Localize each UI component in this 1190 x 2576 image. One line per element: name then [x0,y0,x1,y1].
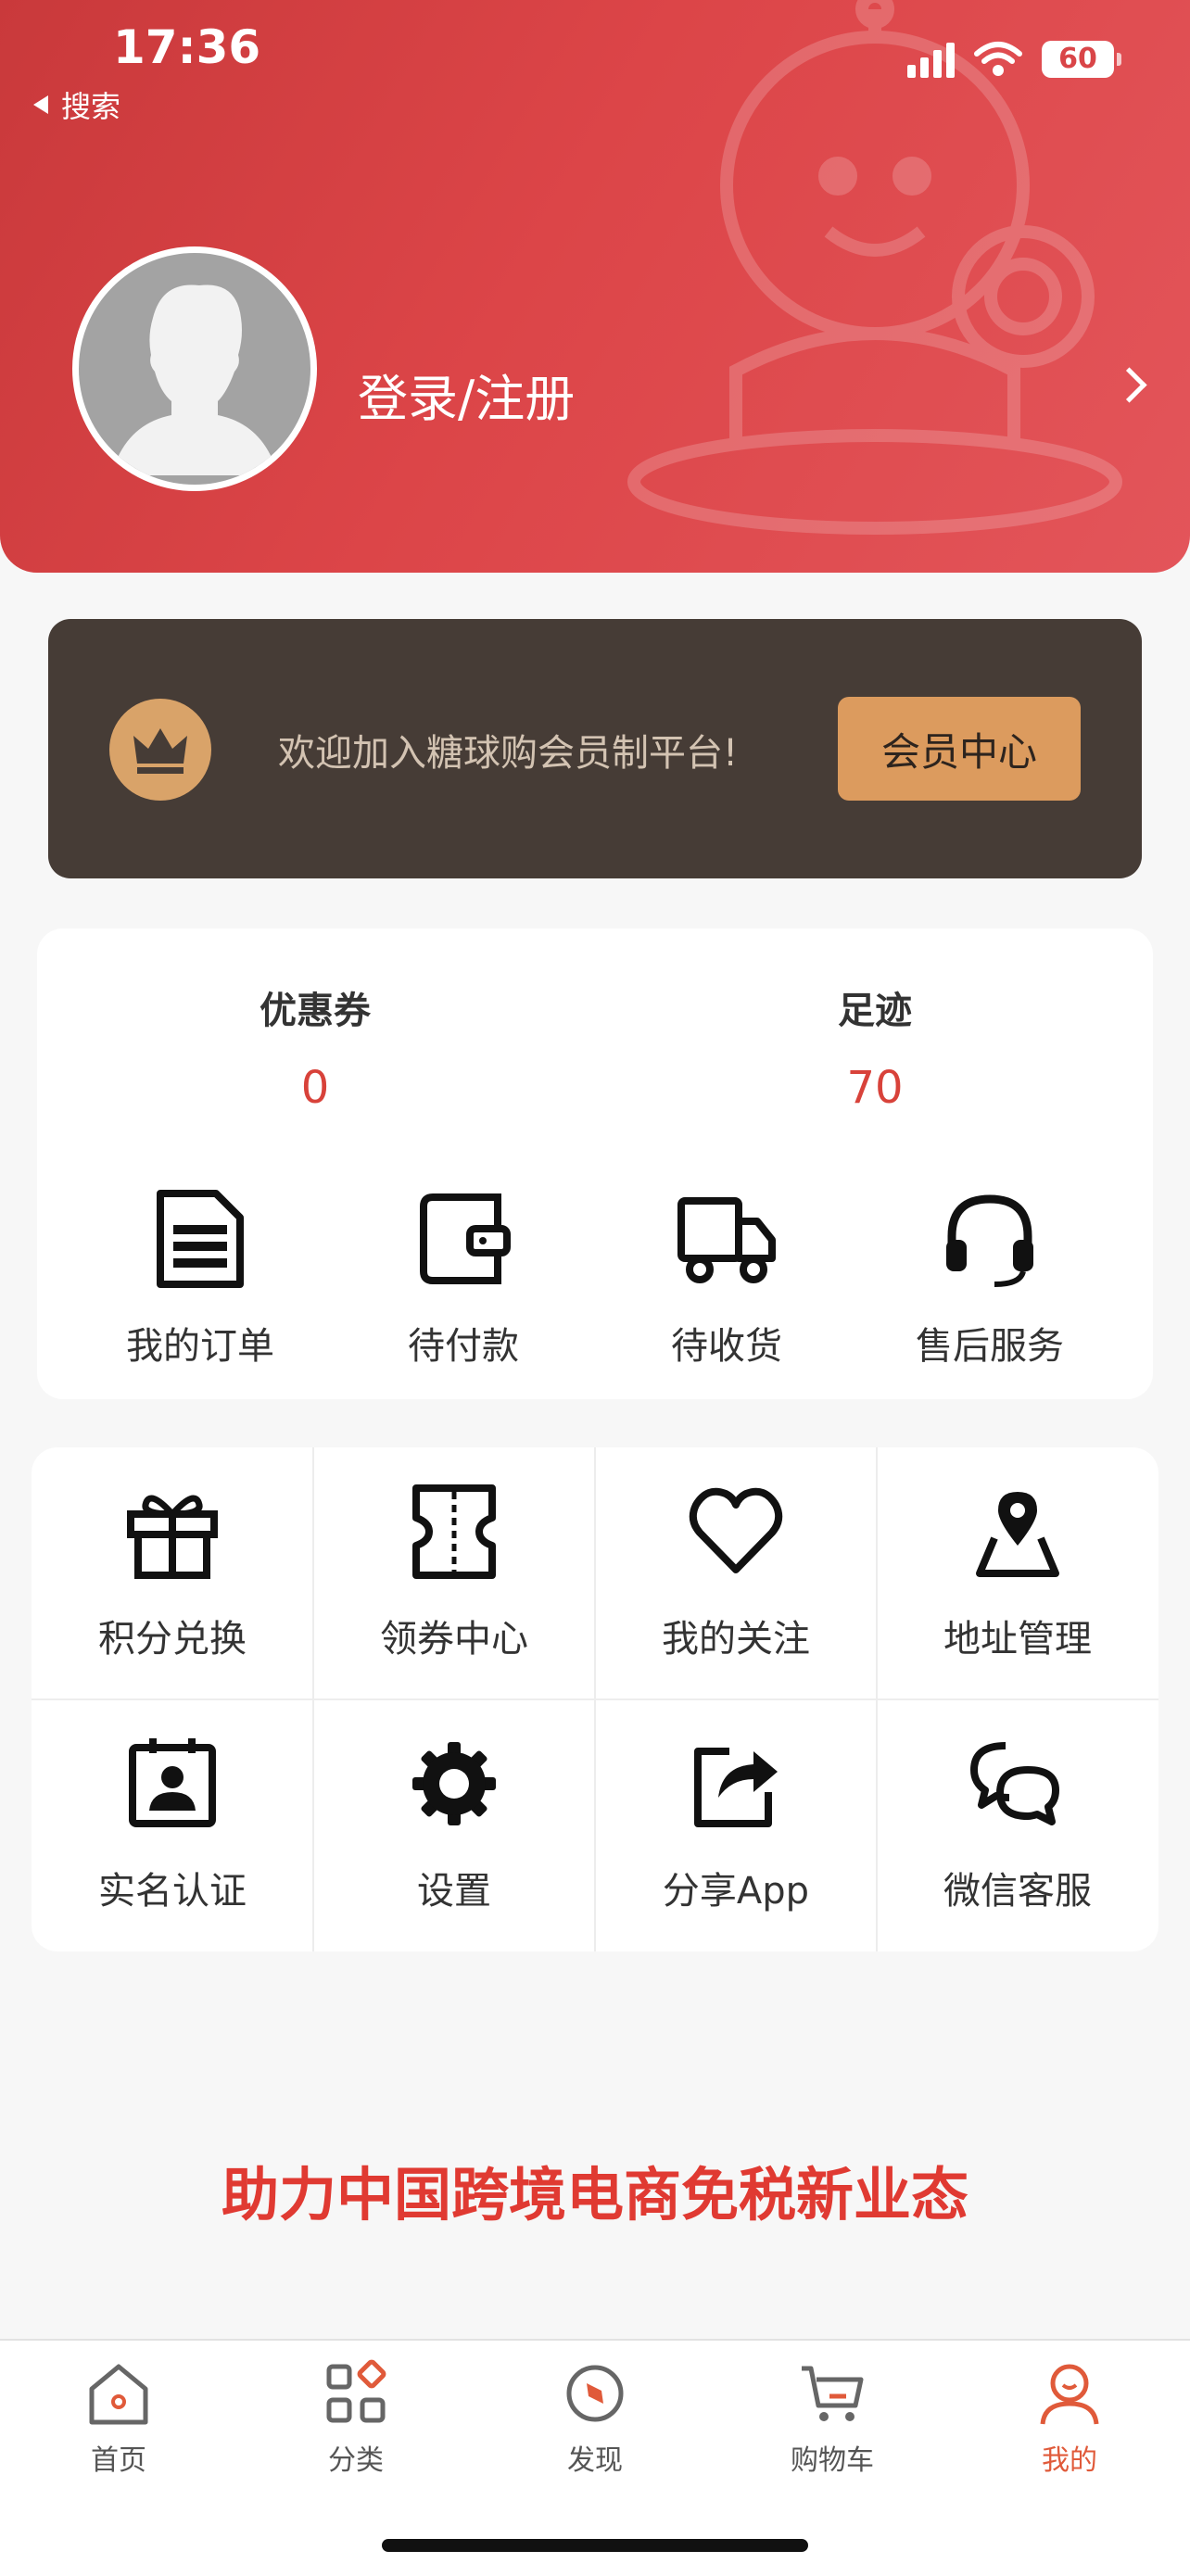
gear-icon [412,1742,496,1825]
share-icon [694,1748,778,1827]
tab-label: 购物车 [791,2444,874,2477]
item-label: 售后服务 [916,1325,1064,1368]
tab-discover[interactable]: 发现 [521,2359,669,2478]
slogan-text: 助力中国跨境电商免税新业态 [221,2161,968,2229]
home-indicator [382,2539,808,2552]
tab-cart[interactable]: 购物车 [758,2359,906,2478]
after-sales-button[interactable]: 售后服务 [879,1188,1101,1370]
member-center-button[interactable]: 会员中心 [838,697,1081,801]
gift-icon [127,1495,218,1579]
item-label: 领券中心 [380,1618,528,1661]
share-app-button[interactable]: 分享App [595,1699,877,1951]
footprint-stat[interactable]: 足迹 70 [736,980,1014,1114]
stat-label: 优惠券 [260,990,371,1032]
item-label: 积分兑换 [98,1618,247,1661]
item-label: 实名认证 [98,1870,247,1913]
item-label: 待付款 [408,1325,519,1368]
user-icon [1040,2364,1099,2425]
profile-header: 17:36 搜索 60 登录/注册 [0,0,1190,573]
stat-value: 0 [300,1062,330,1114]
real-name-verification-button[interactable]: 实名认证 [32,1699,313,1951]
back-arrow-icon [33,95,48,114]
cellular-signal-icon [907,41,955,78]
wifi-icon [974,42,1022,76]
coupon-center-button[interactable]: 领券中心 [313,1447,595,1699]
cart-icon [802,2366,864,2421]
id-card-icon [129,1738,216,1827]
membership-banner: 欢迎加入糖球购会员制平台! 会员中心 [48,619,1142,878]
back-to-search-link[interactable]: 搜索 [33,83,120,126]
address-management-button[interactable]: 地址管理 [877,1447,1158,1699]
wechat-service-button[interactable]: 微信客服 [877,1699,1158,1951]
default-avatar-icon [111,284,278,475]
tab-label: 我的 [1042,2444,1097,2477]
wallet-icon [420,1193,511,1284]
item-label: 微信客服 [943,1870,1092,1913]
home-icon [89,2364,148,2425]
map-pin-icon [976,1492,1059,1577]
item-label: 待收货 [671,1325,782,1368]
back-label: 搜索 [61,89,121,124]
stat-label: 足迹 [838,990,912,1032]
astronaut-mascot-decoration [627,0,1122,535]
compass-icon [566,2365,624,2422]
order-document-icon [157,1190,244,1288]
pending-delivery-button[interactable]: 待收货 [615,1188,838,1370]
login-register-link[interactable]: 登录/注册 [358,358,575,431]
truck-icon [677,1197,776,1283]
tab-mine[interactable]: 我的 [995,2359,1144,2478]
pending-payment-button[interactable]: 待付款 [352,1188,575,1370]
membership-welcome-text: 欢迎加入糖球购会员制平台! [278,732,739,775]
avatar[interactable] [72,246,317,491]
tab-category[interactable]: 分类 [282,2359,430,2478]
my-orders-button[interactable]: 我的订单 [89,1188,311,1370]
item-label: 地址管理 [943,1618,1092,1661]
tab-label: 首页 [91,2444,146,2477]
tab-home[interactable]: 首页 [44,2359,193,2478]
ticket-icon [412,1484,496,1579]
status-time: 17:36 [113,20,261,74]
item-label: 我的订单 [126,1325,274,1368]
heart-icon [689,1487,783,1573]
tab-label: 发现 [567,2444,623,2477]
headset-icon [946,1194,1033,1287]
battery-indicator: 60 [1042,41,1121,78]
chat-bubbles-icon [970,1742,1059,1825]
stat-value: 70 [846,1062,904,1114]
category-icon [326,2359,386,2423]
tab-label: 分类 [328,2444,384,2477]
crown-icon [109,699,211,801]
status-indicators: 60 [907,41,1121,78]
my-follows-button[interactable]: 我的关注 [595,1447,877,1699]
services-grid: 积分兑换 领券中心 我的关注 地址管理 实名认证 设置 分享App 微信客服 [32,1447,1158,1951]
coupon-stat[interactable]: 优惠券 0 [176,980,454,1114]
item-label: 分享App [662,1870,810,1913]
item-label: 我的关注 [662,1618,810,1661]
settings-button[interactable]: 设置 [313,1699,595,1951]
item-label: 设置 [417,1870,491,1913]
points-exchange-button[interactable]: 积分兑换 [32,1447,313,1699]
